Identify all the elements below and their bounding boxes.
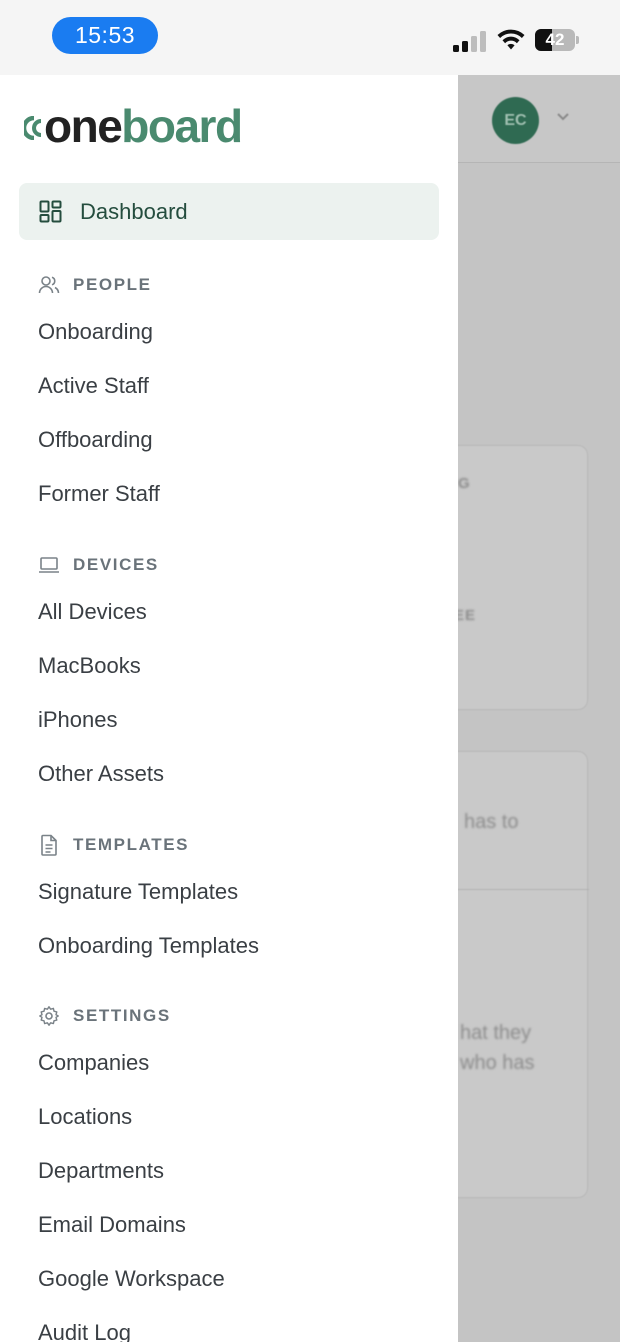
background-text: who has <box>460 1052 535 1074</box>
background-card <box>458 445 588 710</box>
battery-icon: 42 <box>535 29 579 51</box>
oneboard-logo[interactable]: oneboard <box>24 100 243 152</box>
background-text: EE <box>458 607 477 624</box>
status-time: 15:53 <box>52 17 158 54</box>
document-icon <box>41 834 57 856</box>
navigation-drawer: oneboard Dashboard PEOPLE Onboarding Act… <box>0 75 458 1342</box>
section-heading-people: PEOPLE <box>38 272 152 298</box>
dashboard-grid-icon <box>39 200 62 223</box>
sidebar-item-other-assets[interactable]: Other Assets <box>38 760 164 788</box>
section-heading-label: TEMPLATES <box>73 835 190 854</box>
sidebar-item-audit-log[interactable]: Audit Log <box>38 1319 131 1342</box>
sidebar-item-locations[interactable]: Locations <box>38 1103 132 1131</box>
sidebar-item-all-devices[interactable]: All Devices <box>38 598 147 626</box>
sidebar-item-dashboard[interactable]: Dashboard <box>19 183 439 240</box>
logo-wordmark: oneboard <box>44 100 243 152</box>
sidebar-item-label: Dashboard <box>80 199 188 224</box>
sidebar-item-former-staff[interactable]: Former Staff <box>38 480 160 508</box>
sidebar-item-offboarding[interactable]: Offboarding <box>38 426 153 454</box>
chevron-down-icon[interactable] <box>556 109 570 123</box>
sidebar-item-onboarding-templates[interactable]: Onboarding Templates <box>38 932 259 960</box>
background-text: has to <box>464 811 519 833</box>
wifi-icon <box>497 29 525 50</box>
sidebar-item-companies[interactable]: Companies <box>38 1049 149 1077</box>
signal-icon <box>453 30 487 52</box>
sidebar-item-macbooks[interactable]: MacBooks <box>38 652 141 680</box>
logo-prefix: one <box>44 100 123 152</box>
section-heading-label: SETTINGS <box>73 1006 171 1025</box>
sidebar-item-email-domains[interactable]: Email Domains <box>38 1211 186 1239</box>
sidebar-item-active-staff[interactable]: Active Staff <box>38 372 149 400</box>
logo-mark-icon <box>24 116 42 140</box>
section-heading-settings: SETTINGS <box>38 1003 171 1029</box>
status-bar: 15:53 42 <box>0 0 620 75</box>
page-header: EC <box>458 75 620 163</box>
section-heading-templates: TEMPLATES <box>38 832 189 858</box>
section-heading-label: DEVICES <box>73 555 159 574</box>
sidebar-item-departments[interactable]: Departments <box>38 1157 164 1185</box>
section-heading-devices: DEVICES <box>38 552 159 578</box>
avatar[interactable]: EC <box>492 97 539 144</box>
sidebar-item-google-workspace[interactable]: Google Workspace <box>38 1265 225 1293</box>
background-text: G <box>458 475 471 492</box>
sidebar-item-onboarding[interactable]: Onboarding <box>38 318 153 346</box>
background-text: hat they <box>460 1022 532 1044</box>
logo-suffix: board <box>121 100 243 152</box>
laptop-icon <box>39 557 59 573</box>
gear-icon <box>39 1006 59 1026</box>
section-heading-label: PEOPLE <box>73 275 152 294</box>
dimmed-page-overlay[interactable]: EC G EE has to hat they who has <box>458 75 620 1342</box>
people-icon <box>38 276 60 294</box>
battery-level: 42 <box>545 30 565 49</box>
sidebar-item-signature-templates[interactable]: Signature Templates <box>38 878 238 906</box>
sidebar-item-iphones[interactable]: iPhones <box>38 706 118 734</box>
